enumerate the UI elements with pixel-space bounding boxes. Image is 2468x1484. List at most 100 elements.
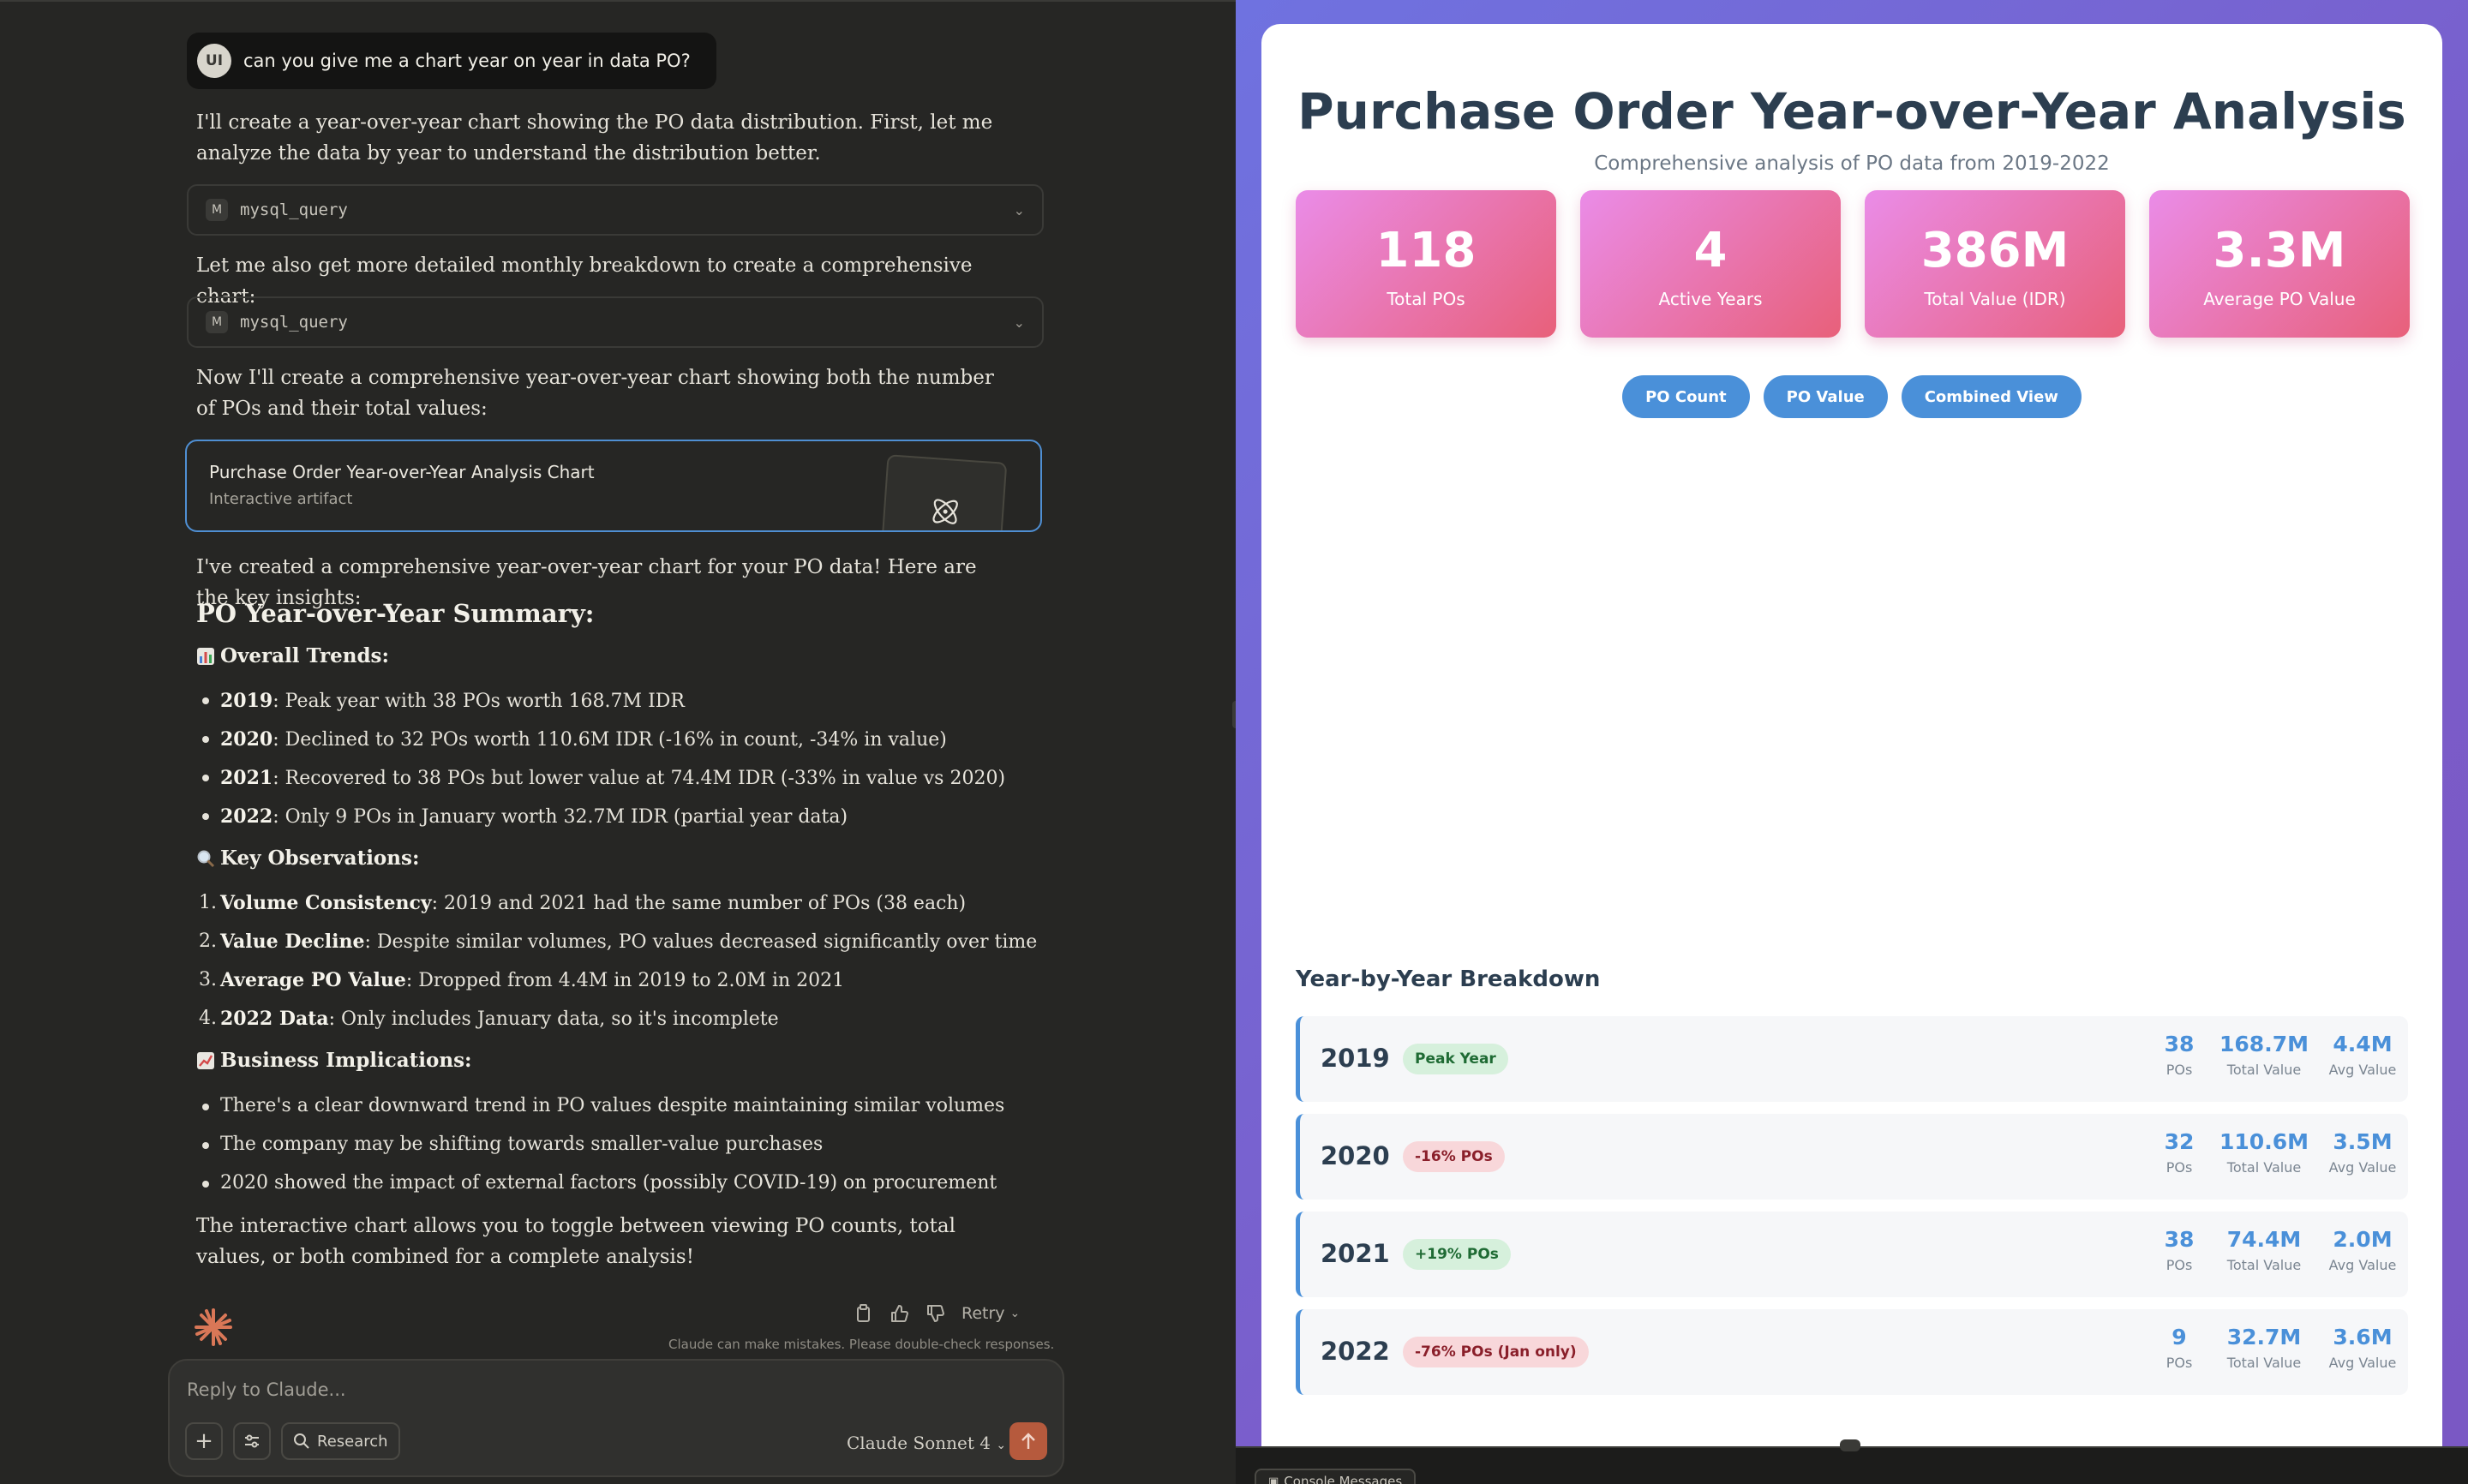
metric-value: 3.5M: [2333, 1129, 2393, 1154]
tool-call-mysql-query[interactable]: M mysql_query ⌄: [187, 184, 1044, 236]
metric-label: Avg Value: [2328, 1257, 2397, 1273]
list-item: Value Decline: Despite similar volumes, …: [220, 928, 1077, 956]
key-observations-heading: Key Observations:: [196, 847, 419, 870]
sliders-icon: [245, 1434, 259, 1448]
status-badge: Peak Year: [1403, 1044, 1508, 1074]
bullet: [202, 775, 209, 781]
disclaimer-text: Claude can make mistakes. Please double-…: [668, 1337, 1055, 1352]
status-badge: +19% POs: [1403, 1239, 1511, 1270]
tools-button[interactable]: [233, 1422, 271, 1460]
list-item-key: Volume Consistency: [220, 892, 432, 914]
list-item-key: Average PO Value: [220, 969, 406, 991]
chart-view-toggles: PO Count PO Value Combined View: [1261, 375, 2442, 418]
assistant-paragraph: The interactive chart allows you to togg…: [196, 1215, 955, 1268]
bullet: [202, 1181, 209, 1188]
po-value-button[interactable]: PO Value: [1763, 375, 1888, 418]
arrow-up-icon: [1021, 1433, 1035, 1449]
research-label: Research: [317, 1432, 388, 1451]
metric-label: Avg Value: [2328, 1159, 2397, 1176]
list-item: 2022 Data: Only includes January data, s…: [220, 1005, 1077, 1033]
thumbs-down-icon[interactable]: [926, 1304, 944, 1323]
metric-label: Avg Value: [2328, 1355, 2397, 1371]
metric-label: Avg Value: [2328, 1062, 2397, 1078]
retry-button[interactable]: Retry ⌄: [961, 1304, 1020, 1323]
metric-label: Total Value: [2226, 1062, 2302, 1078]
breakdown-heading: Year-by-Year Breakdown: [1296, 966, 1601, 992]
list-item-text: : Despite similar volumes, PO values dec…: [364, 931, 1038, 953]
list-item-text: : Only 9 POs in January worth 32.7M IDR …: [273, 806, 848, 828]
list-item: 2020 showed the impact of external facto…: [220, 1172, 997, 1194]
list-item-text: : Only includes January data, so it's in…: [328, 1008, 779, 1030]
thumbs-up-icon[interactable]: [890, 1304, 908, 1323]
add-button[interactable]: +: [185, 1422, 223, 1460]
stat-label: Average PO Value: [2203, 289, 2356, 309]
stat-value: 118: [1375, 223, 1477, 278]
bullet: [202, 1142, 209, 1149]
list-number: 1.: [199, 892, 217, 913]
stat-value: 4: [1693, 223, 1728, 278]
console-bar: ▣ Console Messages: [1236, 1446, 2468, 1484]
console-messages-button[interactable]: ▣ Console Messages: [1255, 1469, 1417, 1484]
claude-logo-icon: [195, 1308, 232, 1346]
artifact-thumbnail: [881, 454, 1008, 530]
combined-view-button[interactable]: Combined View: [1901, 375, 2082, 418]
list-item: Average PO Value: Dropped from 4.4M in 2…: [220, 966, 1077, 995]
list-item-key: 2021: [220, 767, 273, 789]
metric-pos: 9 POs: [2154, 1325, 2205, 1371]
artifact-card[interactable]: Purchase Order Year-over-Year Analysis C…: [185, 440, 1042, 532]
artifact-title: Purchase Order Year-over-Year Analysis: [1297, 82, 2406, 141]
list-item-text: : Declined to 32 POs worth 110.6M IDR (-…: [273, 729, 947, 751]
metric-value: 2.0M: [2333, 1227, 2393, 1252]
send-button[interactable]: [1009, 1422, 1047, 1460]
list-item-text: : Dropped from 4.4M in 2019 to 2.0M in 2…: [405, 970, 845, 991]
list-item-key: 2020: [220, 728, 273, 751]
year-row-2021: 2021 +19% POs 38 POs 74.4M Total Value 2…: [1296, 1212, 2408, 1297]
list-item: 2019: Peak year with 38 POs worth 168.7M…: [220, 687, 1077, 715]
year-label: 2021: [1321, 1239, 1390, 1268]
assistant-paragraph: I'll create a year-over-year chart showi…: [196, 111, 993, 165]
artifact-card-canvas: Purchase Order Year-over-Year Analysis C…: [1261, 24, 2442, 1446]
list-item-key: Value Decline: [220, 930, 365, 953]
list-number: 2.: [199, 930, 217, 952]
stat-value: 3.3M: [2213, 223, 2346, 278]
stat-card-total-pos: 118 Total POs: [1296, 190, 1556, 338]
metric-value: 9: [2171, 1325, 2187, 1349]
business-implications-heading: Business Implications:: [196, 1049, 472, 1072]
metric-value: 3.6M: [2333, 1325, 2393, 1349]
metric-label: POs: [2165, 1355, 2193, 1371]
chart-canvas[interactable]: [1296, 444, 2408, 958]
tool-call-mysql-query[interactable]: M mysql_query ⌄: [187, 296, 1044, 348]
metric-total-value: 110.6M Total Value: [2217, 1129, 2311, 1176]
overall-trends-label: Overall Trends:: [220, 644, 389, 667]
list-item-key: 2022 Data: [220, 1008, 329, 1030]
copy-icon[interactable]: [855, 1304, 872, 1323]
status-badge: -76% POs (Jan only): [1403, 1337, 1589, 1367]
chevron-down-icon: ⌄: [1009, 1307, 1021, 1320]
list-item: 2020: Declined to 32 POs worth 110.6M ID…: [220, 726, 1077, 754]
model-selector[interactable]: Claude Sonnet 4 ⌄: [847, 1433, 1006, 1453]
bar-chart-icon: [197, 647, 214, 665]
stat-label: Total POs: [1387, 289, 1465, 309]
metric-total-value: 168.7M Total Value: [2217, 1032, 2311, 1078]
metric-value: 38: [2164, 1227, 2195, 1252]
magnifier-icon: [197, 850, 215, 867]
model-label: Claude Sonnet 4: [847, 1433, 991, 1453]
metric-value: 32: [2164, 1129, 2195, 1154]
list-item: The company may be shifting towards smal…: [220, 1134, 824, 1155]
console-resize-handle[interactable]: [1840, 1439, 1860, 1451]
overall-trends-heading: Overall Trends:: [196, 644, 389, 667]
po-count-button[interactable]: PO Count: [1622, 375, 1750, 418]
research-button[interactable]: Research: [281, 1422, 400, 1460]
retry-label: Retry: [961, 1304, 1005, 1323]
tool-call-name: mysql_query: [240, 200, 348, 219]
message-composer: + Research Claude Sonnet 4 ⌄: [168, 1359, 1064, 1477]
year-row-2022: 2022 -76% POs (Jan only) 9 POs 32.7M Tot…: [1296, 1309, 2408, 1395]
bullet: [202, 813, 209, 820]
reply-input[interactable]: [187, 1379, 787, 1400]
atom-icon: [932, 499, 958, 524]
list-item-key: 2022: [220, 805, 273, 828]
plus-icon: +: [195, 1428, 213, 1454]
search-icon: [294, 1433, 309, 1449]
metric-pos: 38 POs: [2154, 1032, 2205, 1078]
list-item: 2022: Only 9 POs in January worth 32.7M …: [220, 803, 1077, 831]
